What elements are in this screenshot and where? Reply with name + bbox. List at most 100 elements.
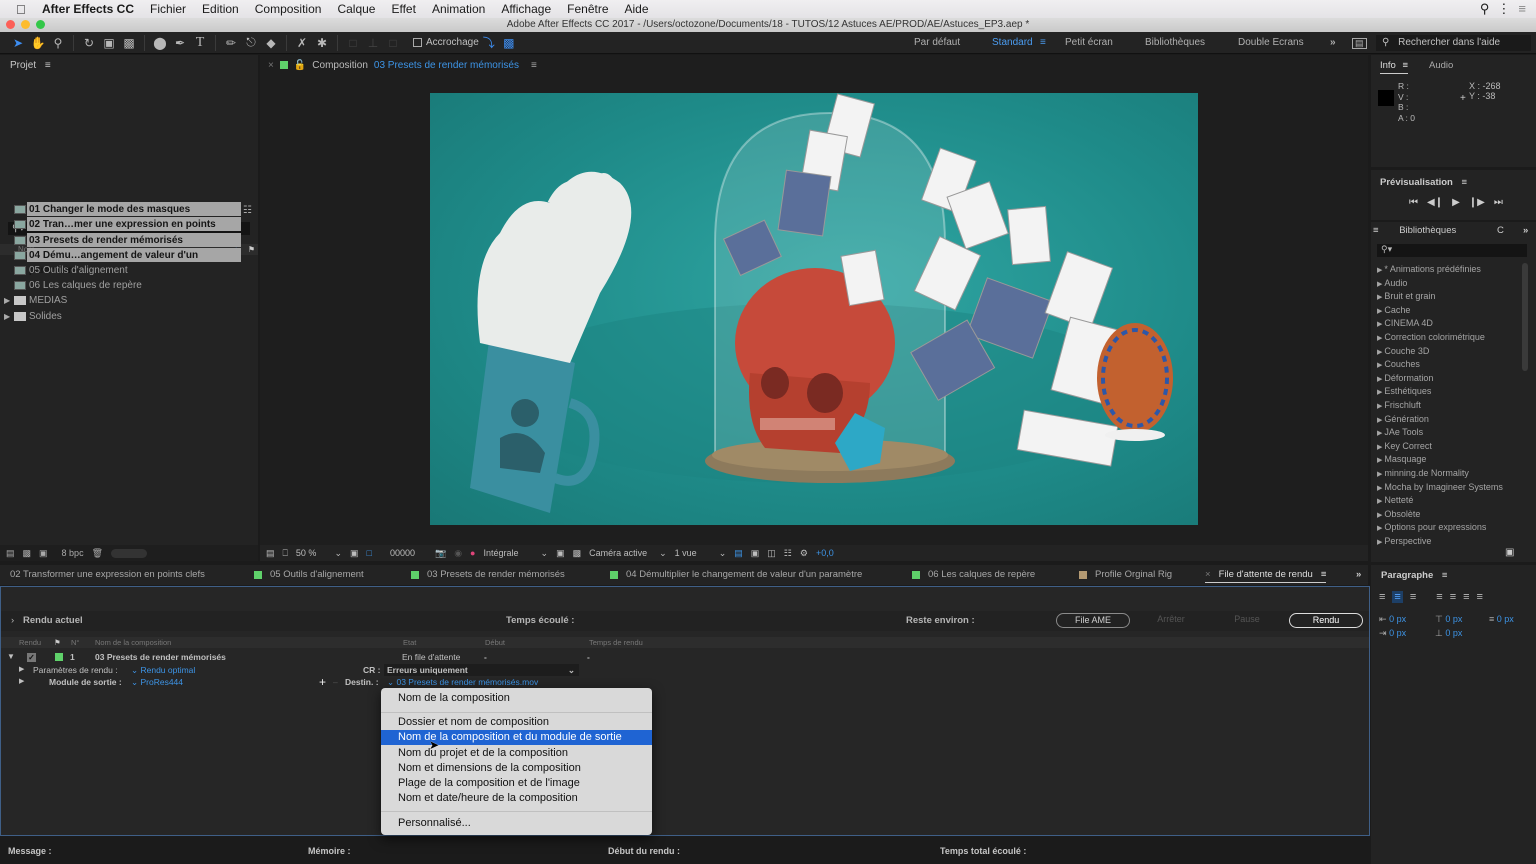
expand-arrow-icon[interactable]: ▶ xyxy=(4,309,10,324)
snapping-checkbox[interactable] xyxy=(413,38,422,47)
effect-category[interactable]: ▶ Audio xyxy=(1377,277,1407,290)
effect-category[interactable]: ▶ Cache xyxy=(1377,304,1410,317)
menu-item[interactable]: Nom et date/heure de la composition xyxy=(381,791,652,806)
collapse-arrow-icon[interactable]: ▼ xyxy=(7,651,15,663)
notification-list-icon[interactable]: ≡ xyxy=(1518,1,1526,17)
menu-edition[interactable]: Edition xyxy=(202,2,239,16)
close-window-button[interactable] xyxy=(6,20,15,29)
effect-category[interactable]: ▶ Netteté xyxy=(1377,494,1413,507)
indent-left-value[interactable]: 0 px xyxy=(1389,614,1406,624)
workspace-par-defaut[interactable]: Par défaut xyxy=(914,37,960,48)
stop-button[interactable]: Arrêter xyxy=(1141,613,1201,628)
fast-previews-icon[interactable]: ▣ xyxy=(751,548,760,559)
text-tool-icon[interactable]: T xyxy=(190,34,210,52)
effect-category[interactable]: ▶ Couches xyxy=(1377,358,1420,371)
channels-icon[interactable]: ● xyxy=(470,548,475,558)
expand-current-render-icon[interactable]: › xyxy=(11,615,14,626)
render-settings-dropdown[interactable]: ⌄ Rendu optimal xyxy=(131,664,195,676)
lock-icon[interactable]: 🔓 xyxy=(294,60,306,71)
libraries-tab[interactable]: Bibliothèques xyxy=(1399,225,1456,236)
label-tag-icon[interactable]: ⚑ xyxy=(54,637,61,648)
new-folder-icon[interactable]: ▩ xyxy=(23,548,32,559)
menu-item[interactable]: Personnalisé... xyxy=(381,816,652,831)
pause-button[interactable]: Pause xyxy=(1217,613,1277,628)
apple-icon[interactable]:  xyxy=(16,2,32,17)
expand-arrow-icon[interactable]: ▶ xyxy=(4,293,10,308)
effect-category[interactable]: ▶ Perspective xyxy=(1377,535,1431,548)
justify-last-left-icon[interactable]: ≡ xyxy=(1436,591,1442,603)
panel-menu-icon[interactable]: ≡ xyxy=(1462,177,1468,188)
project-item[interactable]: 01 Changer le mode des masques xyxy=(0,202,258,217)
composition-tab[interactable]: × 🔓 Composition 03 Presets de render mém… xyxy=(260,55,1368,75)
roto-brush-tool-icon[interactable]: ✗ xyxy=(292,34,312,52)
safe-zones-icon[interactable]: ▣ xyxy=(350,548,359,559)
effect-category[interactable]: ▶ Masquage xyxy=(1377,453,1426,466)
effect-category[interactable]: ▶ Mocha by Imagineer Systems xyxy=(1377,481,1503,494)
panel-menu-icon[interactable]: ≡ xyxy=(1321,569,1327,580)
workspace-petit-ecran[interactable]: Petit écran xyxy=(1065,37,1113,48)
justify-last-center-icon[interactable]: ≡ xyxy=(1450,591,1456,603)
c-tab[interactable]: C xyxy=(1497,225,1504,236)
menu-item[interactable]: Dossier et nom de composition xyxy=(381,715,652,730)
render-queue-item[interactable]: ▼ ✓ 1 03 Presets de render mémorisés En … xyxy=(1,651,1369,663)
column-number[interactable]: N° xyxy=(71,637,79,648)
rotate-tool-icon[interactable]: ↻ xyxy=(79,34,99,52)
expand-arrow-icon[interactable]: ▶ xyxy=(19,676,24,688)
effect-category[interactable]: ▶ minning.de Normality xyxy=(1377,467,1469,480)
first-line-indent-value[interactable]: 0 px xyxy=(1497,614,1514,624)
menu-fenetre[interactable]: Fenêtre xyxy=(567,2,608,16)
menu-calque[interactable]: Calque xyxy=(337,2,375,16)
effect-category[interactable]: ▶ Key Correct xyxy=(1377,440,1432,453)
project-item[interactable]: 03 Presets de render mémorisés xyxy=(0,233,258,248)
snap-feature-icon[interactable]: ⤵ xyxy=(479,34,499,52)
next-frame-icon[interactable]: ❙▶ xyxy=(1469,197,1485,208)
menu-item[interactable]: Nom de la composition xyxy=(381,691,652,706)
timeline-icon[interactable]: ◫ xyxy=(767,548,776,559)
new-composition-icon[interactable]: ▣ xyxy=(39,548,48,559)
camera-view-select[interactable]: Caméra active ⌄ xyxy=(589,548,667,559)
timecode-display[interactable]: 00000 xyxy=(390,548,415,558)
project-item[interactable]: 06 Les calques de repère xyxy=(0,278,258,293)
indent-right-value[interactable]: 0 px xyxy=(1389,628,1406,638)
menu-item[interactable]: Nom du projet et de la composition xyxy=(381,746,652,761)
menu-animation[interactable]: Animation xyxy=(432,2,485,16)
region-of-interest-icon[interactable]: ▣ xyxy=(556,548,565,559)
first-frame-icon[interactable]: ⏮ xyxy=(1409,197,1418,208)
panel-menu-icon[interactable]: ≡ xyxy=(1403,60,1409,71)
help-search-input[interactable]: ⚲ Rechercher dans l'aide xyxy=(1376,35,1531,51)
log-dropdown[interactable]: Erreurs uniquement ⌄ xyxy=(384,664,579,676)
composition-viewer[interactable] xyxy=(430,93,1198,525)
snap-extent-icon[interactable]: ▩ xyxy=(499,34,519,52)
workspace-standard[interactable]: Standard xyxy=(992,37,1033,48)
last-frame-icon[interactable]: ⏭ xyxy=(1494,197,1503,208)
spotlight-search-icon[interactable]: ⚲ xyxy=(1480,1,1490,17)
hand-tool-icon[interactable]: ✋ xyxy=(28,34,48,52)
always-preview-icon[interactable]: ▤ xyxy=(266,548,275,559)
panel-menu-icon[interactable]: ≡ xyxy=(531,60,537,71)
justify-last-right-icon[interactable]: ≡ xyxy=(1463,591,1469,603)
menu-fichier[interactable]: Fichier xyxy=(150,2,186,16)
effect-category[interactable]: ▶ Esthétiques xyxy=(1377,385,1431,398)
effect-category[interactable]: ▶ JAe Tools xyxy=(1377,426,1423,439)
effect-category[interactable]: ▶ Obsolète xyxy=(1377,508,1420,521)
close-tab-icon[interactable]: × xyxy=(1205,569,1211,580)
pan-behind-tool-icon[interactable]: ▩ xyxy=(119,34,139,52)
menu-app-name[interactable]: After Effects CC xyxy=(42,2,134,16)
expand-arrow-icon[interactable]: ▶ xyxy=(19,664,24,676)
panel-menu-icon[interactable]: ≡ xyxy=(1373,225,1379,236)
view-layout-select[interactable]: 1 vue ⌄ xyxy=(675,548,727,559)
workspace-bibliotheques[interactable]: Bibliothèques xyxy=(1145,37,1205,48)
reset-exposure-icon[interactable]: ⚙ xyxy=(800,548,808,559)
tab-comp-04[interactable]: 04 Démultiplier le changement de valeur … xyxy=(610,569,862,580)
show-snapshot-icon[interactable]: ◉ xyxy=(454,548,462,559)
effect-category[interactable]: ▶ * Animations prédéfinies xyxy=(1377,263,1481,276)
column-comp-name[interactable]: Nom de la composition xyxy=(95,637,171,648)
close-tab-icon[interactable]: × xyxy=(268,60,274,71)
column-render-time[interactable]: Temps de rendu xyxy=(589,637,643,648)
add-output-module-icon[interactable]: + xyxy=(319,676,326,688)
toggle-pixel-aspect-icon[interactable]: ▤ xyxy=(734,548,743,559)
monitor-icon[interactable]: ⎕ xyxy=(283,548,288,559)
more-panels-icon[interactable]: » xyxy=(1523,225,1528,236)
align-left-icon[interactable]: ≡ xyxy=(1379,591,1385,603)
queue-in-ame-button[interactable]: File AME xyxy=(1056,613,1130,628)
